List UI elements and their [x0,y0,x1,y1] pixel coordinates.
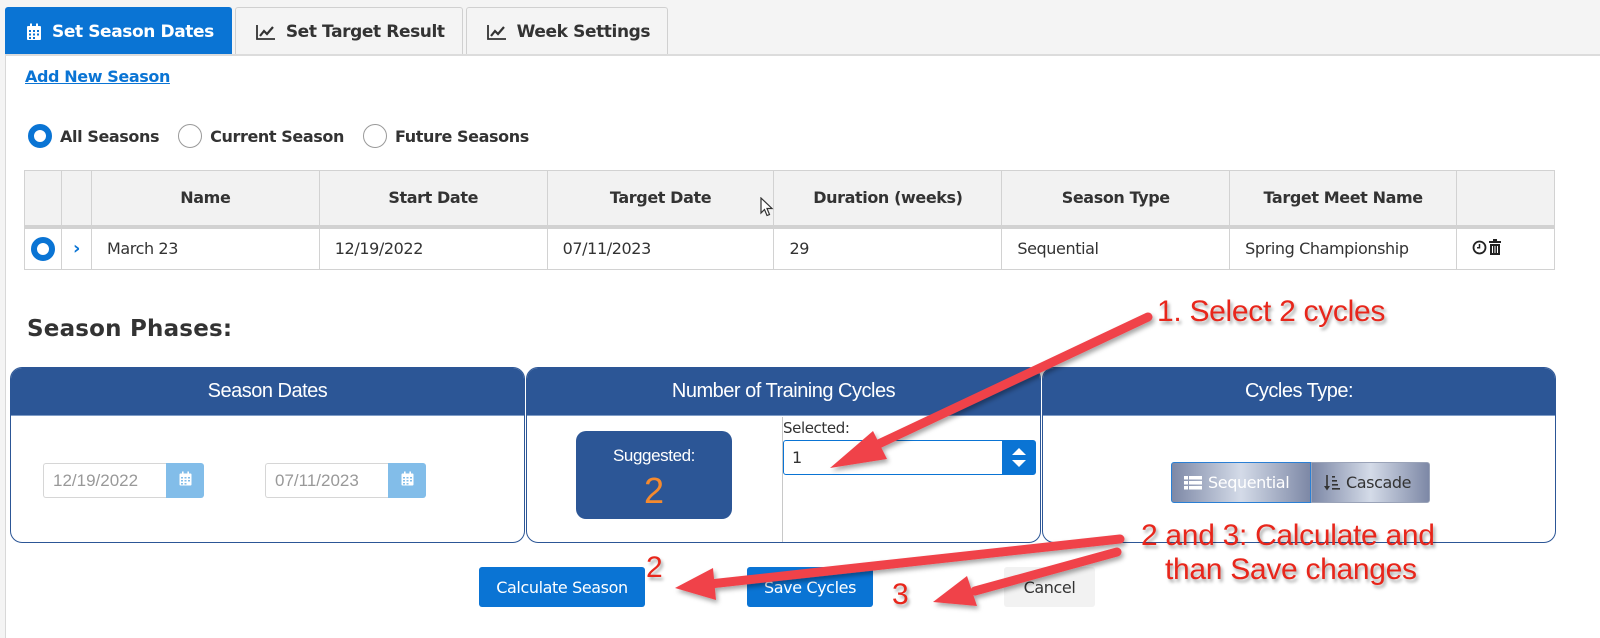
cell-season-type: Sequential [1001,226,1231,270]
tab-label: Set Target Result [285,21,445,42]
annotation-step23-line1: 2 and 3: Calculate and [1141,519,1435,552]
end-date-picker: 07/11/2023 [265,463,426,498]
tab-week-settings[interactable]: Week Settings [465,7,669,55]
filter-current-season[interactable]: Current Season [178,124,344,148]
col-header-name[interactable]: Name [90,170,320,227]
annotation-step23-line2: than Save changes [1165,553,1417,586]
row-expand-cell: › [60,226,92,270]
cell-duration: 29 [773,226,1003,270]
tab-label: Week Settings [516,21,651,42]
radio-label: Current Season [210,126,344,146]
mouse-cursor-icon [760,196,774,222]
card-header: Season Dates [11,368,524,416]
sequential-option[interactable]: Sequential [1171,462,1311,503]
tab-set-season-dates[interactable]: Set Season Dates [5,7,232,55]
col-header-expand [60,170,92,227]
selected-cycles-input[interactable] [784,441,1002,474]
add-new-season-link[interactable]: Add New Season [25,67,170,86]
increment-icon[interactable] [1011,448,1026,455]
annotation-step1: 1. Select 2 cycles [1157,295,1386,328]
selected-label: Selected: [783,419,850,437]
suggested-value: 2 [643,470,665,511]
calculate-season-button[interactable]: Calculate Season [479,567,645,607]
col-header-target-date[interactable]: Target Date [546,170,775,227]
card-header: Number of Training Cycles [527,368,1040,416]
suggested-cycles-box: Suggested: 2 [576,431,732,519]
training-cycles-card: Number of Training Cycles Suggested: 2 S… [526,367,1041,543]
col-header-target-meet-name[interactable]: Target Meet Name [1229,170,1458,227]
cycles-type-toggle: Sequential Cascade [1171,462,1430,503]
decrement-icon[interactable] [1011,460,1026,467]
cell-target-date: 07/11/2023 [546,226,775,270]
tab-label: Set Season Dates [52,21,214,42]
tab-set-target-result[interactable]: Set Target Result [234,7,463,55]
tab-bar: Set Season Dates Set Target Result Week … [5,7,669,55]
end-date-input[interactable]: 07/11/2023 [265,463,388,498]
seasons-table: Name Start Date Target Date Duration (we… [24,170,1555,270]
cancel-button[interactable]: Cancel [1004,567,1095,607]
start-date-picker: 12/19/2022 [43,463,204,498]
col-header-select [24,170,62,227]
season-phases-title: Season Phases: [27,316,233,342]
option-label: Cascade [1346,473,1412,492]
col-header-actions [1456,170,1555,227]
cell-start-date: 12/19/2022 [318,226,548,270]
radio-button[interactable] [178,124,203,148]
start-date-input[interactable]: 12/19/2022 [43,463,166,498]
calendar-icon [26,23,42,41]
table-row[interactable]: › March 23 12/19/2022 07/11/2023 29 Sequ… [24,226,1555,270]
season-filter: All Seasons Current Season Future Season… [28,124,548,148]
cell-target-meet-name: Spring Championship [1229,226,1458,270]
row-select-cell [24,226,62,270]
line-chart-icon [255,24,276,40]
stepper-buttons[interactable] [1002,441,1035,474]
trash-icon[interactable] [1489,238,1502,259]
row-radio-button[interactable] [30,236,55,261]
season-dates-card: Season Dates 12/19/2022 07/11/2023 [10,367,525,543]
line-chart-icon [486,24,507,40]
save-cycles-button[interactable]: Save Cycles [747,567,873,607]
list-icon [1184,475,1202,490]
col-header-season-type[interactable]: Season Type [1001,170,1231,227]
start-date-calendar-button[interactable] [166,463,204,498]
radio-button[interactable] [28,124,52,148]
selected-cycles-stepper [783,440,1036,475]
col-header-start-date[interactable]: Start Date [318,170,548,227]
calendar-icon [179,471,192,491]
annotation-number-3: 3 [892,578,909,611]
sort-icon [1324,474,1340,491]
chevron-right-icon[interactable]: › [73,238,80,259]
table-header-row: Name Start Date Target Date Duration (we… [24,170,1555,227]
cell-name: March 23 [90,226,320,270]
radio-button[interactable] [362,124,387,148]
filter-all-seasons[interactable]: All Seasons [28,124,160,148]
calendar-icon [401,471,414,491]
filter-future-seasons[interactable]: Future Seasons [362,124,529,148]
cascade-option[interactable]: Cascade [1311,462,1430,503]
suggested-label: Suggested: [612,446,695,465]
cell-actions [1456,226,1555,270]
end-date-calendar-button[interactable] [388,463,426,498]
option-label: Sequential [1208,473,1290,492]
annotation-number-2: 2 [646,551,663,584]
clock-icon[interactable] [1472,240,1487,259]
radio-label: All Seasons [60,126,160,146]
card-header: Cycles Type: [1043,368,1555,416]
radio-label: Future Seasons [394,126,529,146]
cycles-type-card: Cycles Type: Sequential Cascade [1042,367,1556,543]
col-header-duration[interactable]: Duration (weeks) [773,170,1003,227]
